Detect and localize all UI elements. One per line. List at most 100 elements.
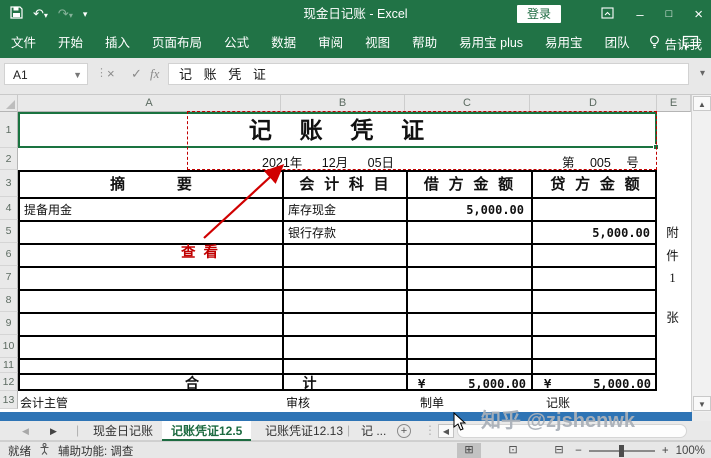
tab-separator: ⋮ — [424, 423, 436, 437]
tab-review[interactable]: 审阅 — [307, 28, 354, 58]
row-header-10[interactable]: 10 — [0, 335, 18, 358]
zoom-level[interactable]: 100% — [676, 445, 705, 457]
tab-home[interactable]: 开始 — [47, 28, 94, 58]
cell-credit-2[interactable]: 5,000.00 — [531, 223, 650, 244]
total-label[interactable]: 合 计 — [185, 374, 317, 395]
table-border — [20, 289, 655, 291]
worksheet: A B C D E 1 2 3 4 5 6 7 8 9 10 11 12 13 … — [0, 95, 711, 412]
close-button[interactable]: × — [694, 6, 703, 23]
name-box[interactable]: A1 ▼ — [4, 63, 88, 85]
column-header-b[interactable]: B — [281, 95, 405, 112]
new-sheet-icon[interactable]: + — [397, 424, 411, 438]
normal-view-icon[interactable]: ⊞ — [457, 443, 481, 458]
annotation-label: 查 看 — [181, 241, 218, 262]
status-bar: 就绪 辅助功能: 调查 ⊞ ⊡ ⊟ − + 100% — [0, 441, 711, 458]
header-debit[interactable]: 借 方 金 额 — [406, 172, 531, 199]
signature-reviewer[interactable]: 审核 — [286, 394, 310, 411]
table-border — [531, 172, 533, 389]
sheet-tab-voucher-12-13[interactable]: 记账凭证12.13 — [256, 421, 352, 441]
comments-icon[interactable] — [682, 35, 699, 53]
tab-page-layout[interactable]: 页面布局 — [141, 28, 213, 58]
attachment-char-2: 件 — [657, 245, 688, 264]
table-border — [20, 266, 655, 268]
sheet-tab-truncated[interactable]: 记 ... — [352, 421, 395, 441]
select-all-corner[interactable] — [0, 95, 18, 112]
maximize-button[interactable]: □ — [666, 8, 673, 20]
signature-manager[interactable]: 会计主管 — [20, 394, 68, 411]
insert-function-icon[interactable]: fx — [150, 63, 159, 85]
expand-formula-bar-icon[interactable]: ▾ — [700, 68, 705, 79]
cell-account-2[interactable]: 银行存款 — [288, 223, 336, 244]
column-header-a[interactable]: A — [18, 95, 281, 112]
row-header-13[interactable]: 13 — [0, 391, 18, 409]
tab-help[interactable]: 帮助 — [401, 28, 448, 58]
table-border — [20, 312, 655, 314]
minimize-button[interactable]: – — [636, 7, 643, 22]
table-border — [282, 172, 284, 389]
cancel-entry-icon[interactable]: × — [107, 63, 115, 85]
row-header-1[interactable]: 1 — [0, 112, 18, 148]
row-header-12[interactable]: 12 — [0, 373, 18, 391]
sheet-nav-next-icon[interactable]: ▶ — [50, 426, 57, 437]
ribbon-tab-bar: 文件 开始 插入 页面布局 公式 数据 审阅 视图 帮助 易用宝 plus 易用… — [0, 28, 711, 58]
accessibility-status[interactable]: 辅助功能: 调查 — [58, 443, 133, 458]
row-header-6[interactable]: 6 — [0, 243, 18, 266]
cell-summary-1[interactable]: 提备用金 — [24, 200, 72, 221]
watermark: 知乎 @zjshenwk — [481, 404, 711, 433]
tab-separator: | — [76, 423, 79, 437]
row-header-2[interactable]: 2 — [0, 148, 18, 170]
confirm-entry-icon[interactable]: ✓ — [131, 63, 142, 85]
ribbon-display-options-icon[interactable] — [601, 7, 614, 22]
currency-symbol: ¥ — [544, 374, 551, 395]
header-credit[interactable]: 贷 方 金 额 — [531, 172, 659, 199]
cell-account-1[interactable]: 库存现金 — [288, 200, 336, 221]
zoom-slider[interactable] — [589, 450, 655, 452]
name-box-dropdown-icon[interactable]: ▼ — [73, 64, 82, 86]
tab-team[interactable]: 团队 — [594, 28, 641, 58]
row-header-8[interactable]: 8 — [0, 289, 18, 312]
sheet-tab-cash-journal[interactable]: 现金日记账 — [84, 421, 162, 441]
copy-marquee-border — [187, 111, 657, 170]
tab-yiyongbao-plus[interactable]: 易用宝 plus — [448, 28, 534, 58]
zoom-slider-thumb[interactable] — [619, 445, 624, 457]
row-header-7[interactable]: 7 — [0, 266, 18, 289]
total-credit-cell[interactable]: ¥ 5,000.00 — [544, 374, 651, 395]
scroll-up-icon[interactable]: ▲ — [693, 96, 711, 111]
header-summary[interactable]: 摘 要 — [20, 172, 282, 199]
tab-yiyongbao[interactable]: 易用宝 — [534, 28, 594, 58]
cell-debit-1[interactable]: 5,000.00 — [406, 200, 524, 221]
tab-data[interactable]: 数据 — [260, 28, 307, 58]
zoom-out-icon[interactable]: − — [575, 445, 582, 457]
signature-preparer[interactable]: 制单 — [420, 394, 444, 411]
total-credit-value: 5,000.00 — [593, 374, 651, 395]
zoom-in-icon[interactable]: + — [662, 445, 669, 457]
tab-view[interactable]: 视图 — [354, 28, 401, 58]
row-header-11[interactable]: 11 — [0, 358, 18, 373]
accessibility-icon — [39, 443, 50, 458]
vertical-scrollbar[interactable]: ▲ ▼ — [691, 95, 711, 412]
row-header-5[interactable]: 5 — [0, 220, 18, 243]
sign-in-button[interactable]: 登录 — [517, 5, 561, 23]
column-header-d[interactable]: D — [530, 95, 657, 112]
tab-file[interactable]: 文件 — [0, 28, 47, 58]
tab-formulas[interactable]: 公式 — [213, 28, 260, 58]
sheet-nav-prev-icon[interactable]: ◀ — [22, 426, 29, 437]
sheet-tab-voucher-12-5[interactable]: 记账凭证12.5 — [162, 421, 251, 441]
tab-separator: | — [347, 423, 350, 437]
row-header-9[interactable]: 9 — [0, 312, 18, 335]
total-debit-cell[interactable]: ¥ 5,000.00 — [418, 374, 526, 395]
table-border — [20, 335, 655, 337]
page-layout-view-icon[interactable]: ⊡ — [501, 443, 525, 458]
column-header-e[interactable]: E — [657, 95, 691, 112]
column-header-c[interactable]: C — [405, 95, 530, 112]
header-account[interactable]: 会 计 科 目 — [282, 172, 406, 199]
formula-input[interactable]: 记 账 凭 证 — [168, 63, 689, 85]
table-border — [20, 358, 655, 360]
row-header-4[interactable]: 4 — [0, 197, 18, 220]
page-break-view-icon[interactable]: ⊟ — [547, 443, 571, 458]
tell-me-box[interactable]: 告诉我 — [641, 34, 711, 53]
tab-insert[interactable]: 插入 — [94, 28, 141, 58]
total-debit-value: 5,000.00 — [468, 374, 526, 395]
mouse-cursor — [452, 412, 470, 432]
row-header-3[interactable]: 3 — [0, 170, 18, 197]
